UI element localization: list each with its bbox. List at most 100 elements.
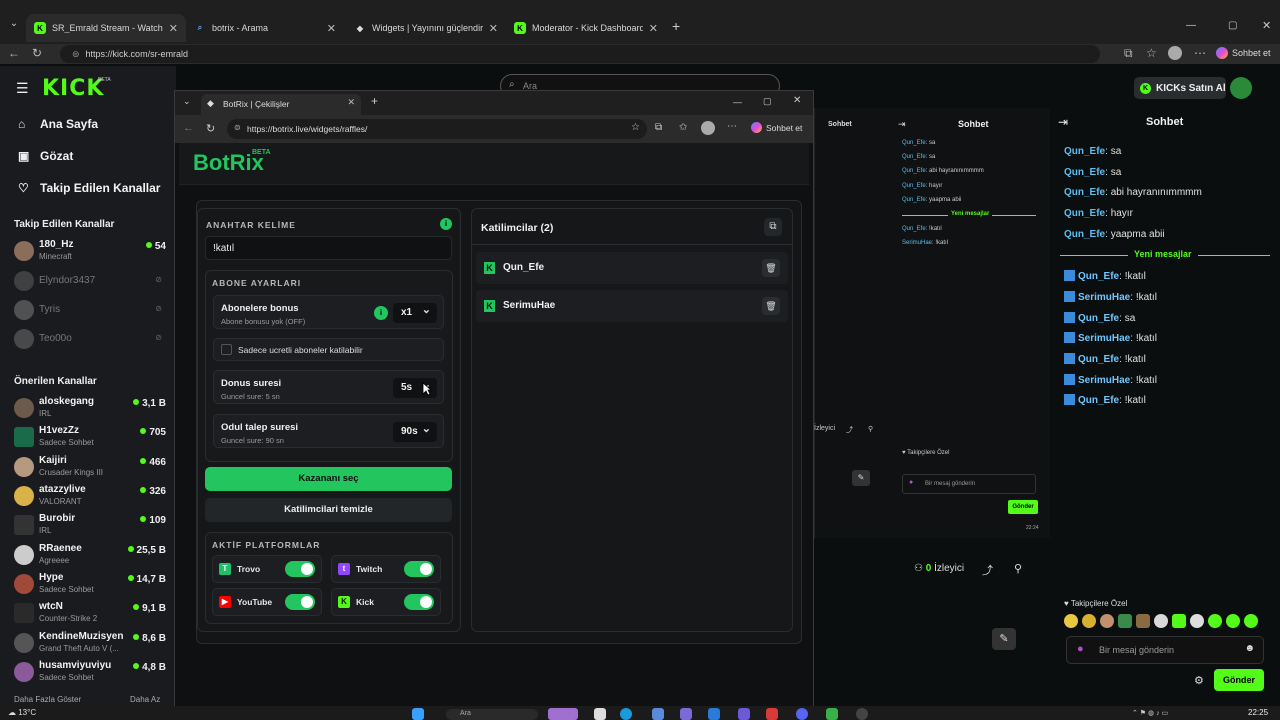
show-less-link[interactable]: Daha Az [130,695,160,704]
trash-icon[interactable]: 🗑 [762,259,780,277]
clock[interactable]: 22:25 [1248,708,1268,717]
tab-kick-stream[interactable]: K SR_Emrald Stream - Watch Live on ✕ [26,14,186,42]
back-icon[interactable]: ← [8,46,20,60]
paid-subscribers-only-row[interactable]: Sadece ucretli aboneler katilabilir [213,338,444,361]
refresh-icon[interactable]: ↻ [206,122,215,135]
taskbar-search[interactable]: Ara [446,709,538,720]
emoji-icon[interactable]: ☻ [1244,643,1255,654]
kick-toggle[interactable] [404,594,434,610]
recommended-channel[interactable]: H1vezZz Sadece Sohbet 705 [14,424,166,452]
close-window-button[interactable]: ✕ [1262,19,1271,32]
recommended-channel[interactable]: husamviyuviyu Sadece Sohbet 4,8 B [14,659,166,687]
twitch-toggle[interactable] [404,561,434,577]
edit-icon[interactable]: ✎ [992,628,1016,650]
tab-botrix-search[interactable]: ⌕ botrix - Arama ✕ [186,14,344,42]
maximize-button[interactable]: ▢ [1228,20,1237,31]
show-more-link[interactable]: Daha Fazla Göster [14,695,81,704]
new-tab-button[interactable]: + [371,94,378,108]
tab-list-icon[interactable]: ⌄ [183,96,191,107]
buy-kicks-button[interactable]: K KICKs Satın Al [1134,77,1226,99]
back-icon[interactable]: ← [183,122,194,134]
copilot-chat-button[interactable]: Sohbet et [1216,47,1271,59]
app-icon[interactable] [738,708,750,720]
tab-widgets[interactable]: ◆ Widgets | Yayınını güçlendirmek iç ✕ [346,14,506,42]
send-button[interactable]: Gönder [1214,669,1264,691]
recommended-channel[interactable]: Burobir IRL 109 [14,512,166,540]
emote-bar[interactable] [1064,614,1264,630]
profile-avatar[interactable] [701,121,715,135]
close-icon[interactable]: ✕ [649,22,658,35]
edit-icon[interactable]: ✎ [852,470,870,486]
minimize-button[interactable]: — [1186,20,1196,31]
app-icon[interactable] [652,708,664,720]
more-icon[interactable]: ⋯ [1194,46,1206,60]
tray-icons[interactable]: ⌃ ⚑ ◍ ♪ ▭ [1132,709,1168,717]
info-icon[interactable]: i [374,306,388,320]
profile-avatar[interactable] [1168,46,1182,60]
start-icon[interactable] [412,708,424,720]
pick-winner-button[interactable]: Kazananı seç [205,467,452,491]
maximize-button[interactable]: ▢ [763,96,772,107]
recommended-channel[interactable]: KendineMuzisyen Grand Theft Auto V (... 8,… [14,630,166,658]
minimize-button[interactable]: — [733,97,742,107]
copilot-chat-button[interactable]: Sohbet et [751,122,802,133]
app-icon[interactable] [708,708,720,720]
claim-duration-select[interactable]: 90s [393,422,437,442]
clear-participants-button[interactable]: Katilimcilari temizle [205,498,452,522]
kick-logo[interactable]: KICK [42,76,104,101]
recommended-channel[interactable]: atazzylive VALORANT 326 [14,483,166,511]
recommended-channel[interactable]: wtcN Counter-Strike 2 9,1 B [14,600,166,628]
favorites-icon[interactable]: ✩ [679,122,687,133]
share-icon[interactable]: ⤴ [846,425,853,435]
favorite-icon[interactable]: ☆ [631,122,640,133]
botrix-url-input[interactable]: ⊜ https://botrix.live/widgets/raffles/ [227,119,647,139]
teams-icon[interactable] [680,708,692,720]
extensions-icon[interactable]: ⧉ [655,122,662,133]
obs-icon[interactable] [856,708,868,720]
weather-widget[interactable]: ☁ 13°C [8,708,36,717]
user-add-icon[interactable]: ⚲ [868,425,873,433]
widgets-icon[interactable] [548,708,578,720]
more-icon[interactable]: ⋯ [727,121,737,132]
trovo-toggle[interactable] [285,561,315,577]
close-window-button[interactable]: ✕ [793,95,801,106]
keyword-input[interactable]: !katıl [205,236,452,260]
subscriber-bonus-select[interactable]: x1 [393,303,437,323]
followed-channel[interactable]: Teo00o ⊘ [14,326,166,354]
discord-icon[interactable] [796,708,808,720]
edge-icon[interactable] [620,708,632,720]
followed-channel[interactable]: 180_Hz Minecraft 54 [14,238,166,266]
refresh-icon[interactable]: ↻ [32,46,42,60]
paid-only-checkbox[interactable] [221,344,232,355]
tab-list-icon[interactable]: ⌄ [6,18,22,36]
app-icon[interactable] [766,708,778,720]
menu-icon[interactable]: ☰ [16,80,29,97]
close-icon[interactable]: ✕ [489,22,498,35]
app-icon[interactable] [826,708,838,720]
close-icon[interactable]: ✕ [347,97,355,108]
url-input[interactable]: ⊜ https://kick.com/sr-emrald [60,45,1100,63]
followed-channel[interactable]: Elyndor3437 ⊘ [14,268,166,296]
extensions-icon[interactable]: ⧉ [1124,46,1133,61]
microphone-icon[interactable]: ● [1077,643,1084,655]
share-icon[interactable]: ⤴ [982,562,993,578]
youtube-toggle[interactable] [285,594,315,610]
tab-botrix-raffles[interactable]: ◆ BotRix | Çekilişler ✕ [201,94,361,115]
nav-browse[interactable]: ▣ Gözat [18,149,73,163]
trash-icon[interactable]: 🗑 [762,297,780,315]
nav-home[interactable]: ⌂ Ana Sayfa [18,117,98,131]
close-icon[interactable]: ✕ [169,22,178,35]
tab-kick-dashboard[interactable]: K Moderator - Kick Dashboard ✕ [506,14,666,42]
settings-gear-icon[interactable]: ⚙ [1194,674,1204,687]
copy-icon[interactable]: ⧉ [764,218,782,236]
collapse-chat-icon[interactable]: ⇥ [1058,115,1068,129]
followed-channel[interactable]: Tyris ⊘ [14,297,166,325]
close-icon[interactable]: ✕ [327,22,336,35]
recommended-channel[interactable]: Kaijiri Crusader Kings III 466 [14,454,166,482]
collapse-chat-icon[interactable]: ⇥ [898,119,906,130]
nav-following[interactable]: ♡ Takip Edilen Kanallar [18,181,160,195]
user-add-icon[interactable]: ⚲ [1014,562,1022,575]
info-icon[interactable]: i [440,218,452,230]
recommended-channel[interactable]: aloskegang IRL 3,1 B [14,395,166,423]
preview-chat-input[interactable]: ● Bir mesaj gönderin [902,474,1036,494]
